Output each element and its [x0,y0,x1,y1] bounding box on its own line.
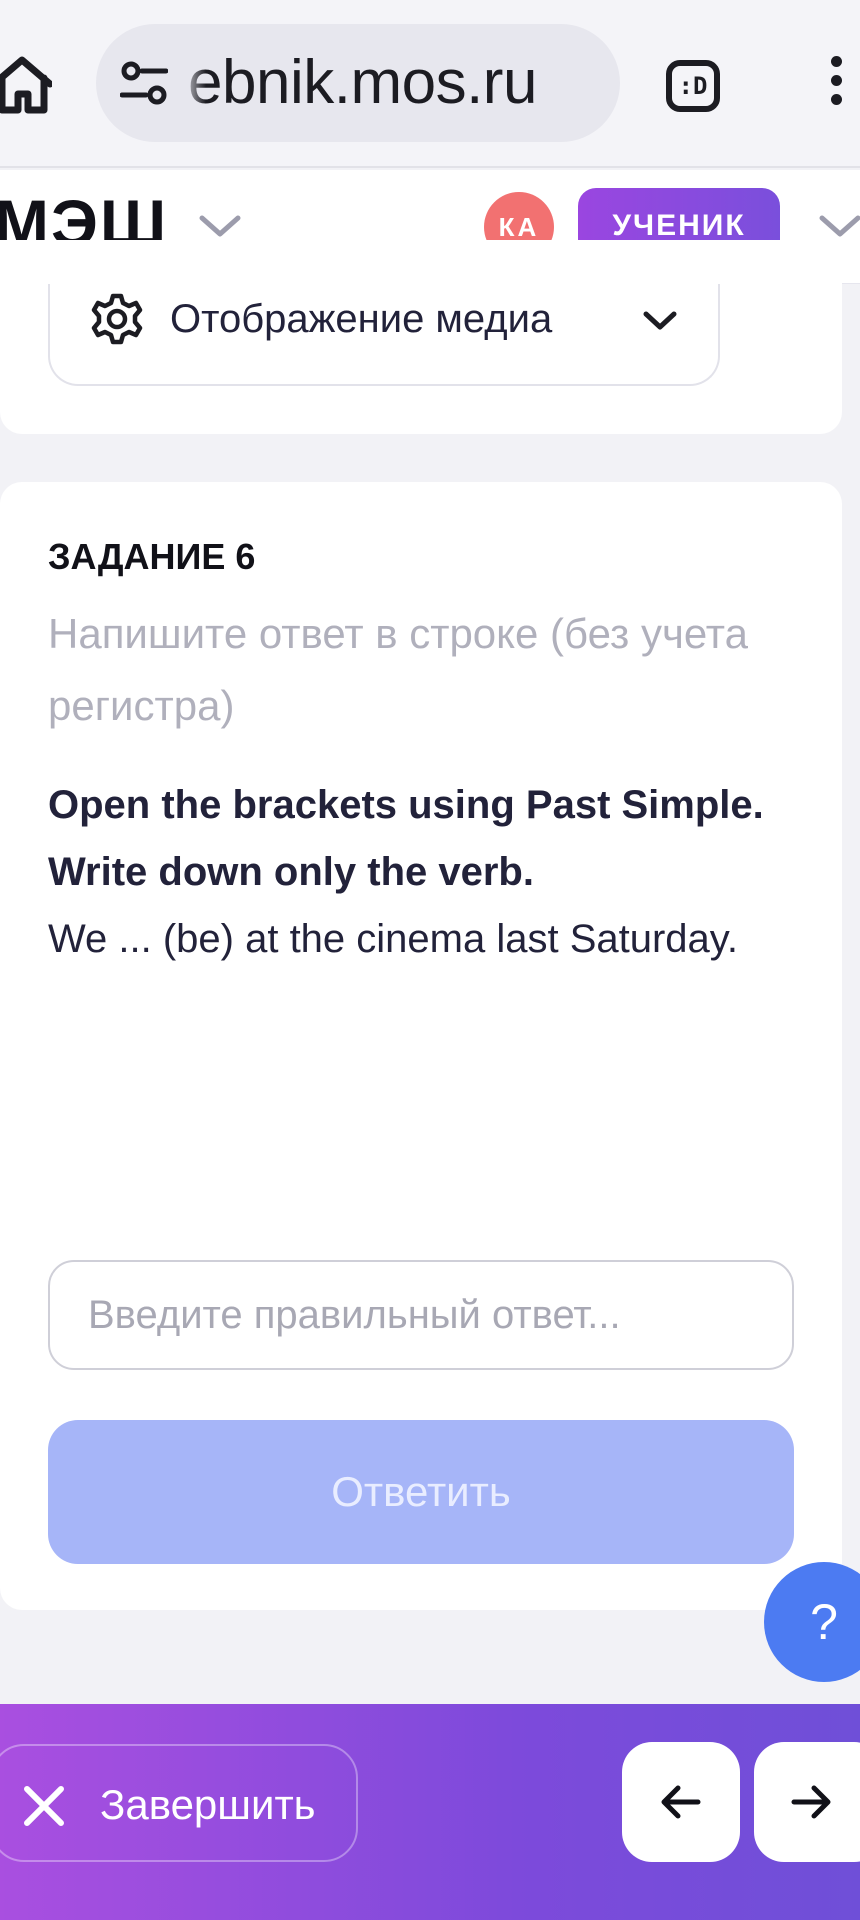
previous-button[interactable] [622,1742,740,1862]
url-fade [180,52,206,114]
media-card: Отображение медиа [0,240,842,434]
task-sentence: We ... (be) at the cinema last Saturday. [48,917,738,961]
task-number: ЗАДАНИЕ 6 [48,536,256,577]
address-bar[interactable]: ebnik.mos.ru [96,24,620,142]
home-icon[interactable] [0,54,54,114]
task-question: Open the brackets using Past Simple. Wri… [48,772,788,973]
finish-button[interactable]: Завершить [0,1744,358,1862]
url-text: ebnik.mos.ru [188,48,537,117]
close-icon [22,1784,66,1828]
arrow-right-icon [791,1785,831,1819]
submit-button[interactable]: Ответить [48,1420,794,1564]
more-vert-icon[interactable] [826,56,846,112]
arrow-left-icon [661,1785,701,1819]
media-display-label: Отображение медиа [170,297,553,341]
gear-icon [90,292,144,346]
task-instruction: Open the brackets using Past Simple. Wri… [48,783,764,894]
answer-input[interactable] [48,1260,794,1370]
browser-toolbar: ebnik.mos.ru :D [0,0,860,168]
next-button[interactable] [754,1742,860,1862]
tabs-icon[interactable]: :D [666,60,720,112]
chevron-down-icon [638,300,682,340]
bottom-bar: Завершить [0,1704,860,1920]
tune-icon[interactable] [119,60,169,106]
task-hint: Напишите ответ в строке (без учета регис… [48,610,748,729]
finish-label: Завершить [100,1781,316,1828]
task-card: ЗАДАНИЕ 6 Напишите ответ в строке (без у… [0,482,842,1610]
media-display-dropdown[interactable]: Отображение медиа [48,284,720,386]
